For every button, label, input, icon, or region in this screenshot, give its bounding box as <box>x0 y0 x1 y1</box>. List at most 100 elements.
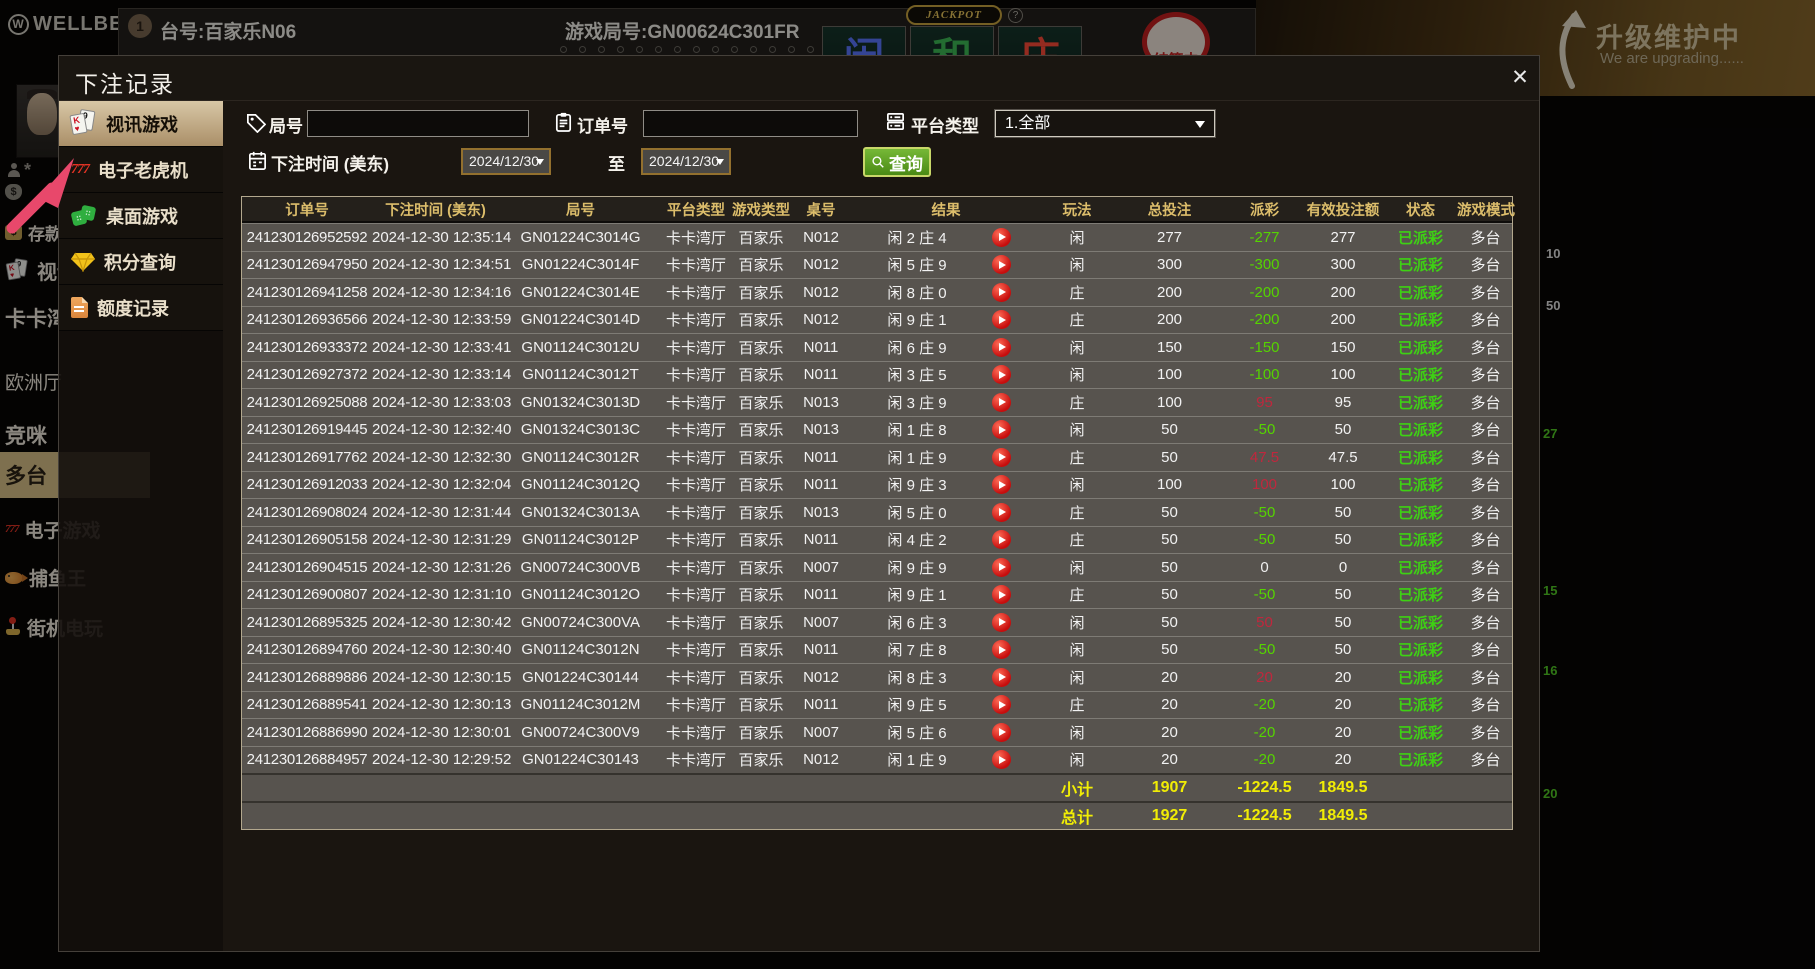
replay-icon[interactable] <box>992 255 1011 274</box>
table-cell: 241230126889886 <box>242 669 372 686</box>
replay-icon[interactable] <box>992 475 1011 494</box>
replay-icon[interactable] <box>992 365 1011 384</box>
table-cell: N011 <box>792 586 850 603</box>
table-cell: 百家乐 <box>730 584 792 605</box>
replay-icon[interactable] <box>992 503 1011 522</box>
table-cell: 庄 <box>1042 584 1112 605</box>
table-cell: 2024-12-30 12:34:16 <box>372 284 499 301</box>
table-cell: GN00724C300V9 <box>499 724 662 741</box>
table-cell: 百家乐 <box>730 502 792 523</box>
result-score: 闲 2 庄 4 <box>850 227 984 248</box>
replay-icon[interactable] <box>992 695 1011 714</box>
search-icon <box>871 155 885 169</box>
sidebar-item-5[interactable]: 额度记录 <box>59 285 223 331</box>
replay-icon[interactable] <box>992 448 1011 467</box>
table-cell: 已派彩 <box>1384 694 1457 715</box>
table-cell: -300 <box>1227 256 1302 273</box>
table-cell: GN01124C3012T <box>499 366 662 383</box>
replay-icon[interactable] <box>992 640 1011 659</box>
summary-cell: 1907 <box>1112 779 1227 797</box>
table-row: 2412301269045152024-12-30 12:31:26GN0072… <box>242 553 1512 581</box>
table-cell: N012 <box>792 229 850 246</box>
summary-cell: 小计 <box>1042 776 1112 800</box>
sidebar-item-4[interactable]: 积分查询 <box>59 239 223 285</box>
sidebar-item-1[interactable]: 9K♥视讯游戏 <box>59 101 223 147</box>
table-cell: -20 <box>1227 751 1302 768</box>
order-input[interactable] <box>643 110 858 137</box>
replay-icon[interactable] <box>992 613 1011 632</box>
table-cell: 百家乐 <box>730 309 792 330</box>
replay-icon[interactable] <box>992 283 1011 302</box>
table-row: 2412301269365662024-12-30 12:33:59GN0122… <box>242 306 1512 334</box>
table-cell: N007 <box>792 559 850 576</box>
table-cell: 277 <box>1302 229 1384 246</box>
table-cell: 卡卡湾厅 <box>662 474 730 495</box>
table-cell: 多台 <box>1457 474 1514 495</box>
replay-icon[interactable] <box>992 420 1011 439</box>
replay-icon[interactable] <box>992 530 1011 549</box>
table-cell: 庄 <box>1042 309 1112 330</box>
table-cell: 50 <box>1112 614 1227 631</box>
table-cell: -50 <box>1227 586 1302 603</box>
table-cell: 多台 <box>1457 639 1514 660</box>
result-cell: 闲 9 庄 1 <box>850 584 1042 605</box>
date-to-select[interactable]: 2024/12/30 <box>641 148 731 175</box>
replay-icon[interactable] <box>992 668 1011 687</box>
table-cell: 2024-12-30 12:31:26 <box>372 559 499 576</box>
table-cell: 卡卡湾厅 <box>662 254 730 275</box>
table-cell: 多台 <box>1457 337 1514 358</box>
table-cell: 百家乐 <box>730 254 792 275</box>
chevron-down-icon <box>716 159 724 165</box>
cards-icon: 9K♥ <box>71 110 97 137</box>
table-cell: 50 <box>1112 641 1227 658</box>
table-cell: -150 <box>1227 339 1302 356</box>
table-row: 2412301269177622024-12-30 12:32:30GN0112… <box>242 443 1512 471</box>
replay-icon[interactable] <box>992 558 1011 577</box>
table-cell: 多台 <box>1457 309 1514 330</box>
table-cell: 已派彩 <box>1384 639 1457 660</box>
table-cell: 50 <box>1112 586 1227 603</box>
replay-icon[interactable] <box>992 723 1011 742</box>
replay-icon[interactable] <box>992 750 1011 769</box>
table-cell: N013 <box>792 504 850 521</box>
table-cell: N011 <box>792 531 850 548</box>
result-score: 闲 3 庄 5 <box>850 364 984 385</box>
table-cell: 20 <box>1227 669 1302 686</box>
table-cell: 241230126912033 <box>242 476 372 493</box>
table-cell: GN01224C30143 <box>499 751 662 768</box>
table-cell: 闲 <box>1042 722 1112 743</box>
replay-icon[interactable] <box>992 338 1011 357</box>
table-cell: 0 <box>1302 559 1384 576</box>
date-from-select[interactable]: 2024/12/30 <box>461 148 551 175</box>
platform-select[interactable]: 1.全部 <box>995 110 1215 137</box>
round-input[interactable] <box>307 110 529 137</box>
replay-icon[interactable] <box>992 310 1011 329</box>
table-cell: N011 <box>792 449 850 466</box>
table-cell: 241230126947950 <box>242 256 372 273</box>
table-cell: 100 <box>1227 476 1302 493</box>
table-cell: 50 <box>1302 614 1384 631</box>
table-cell: 2024-12-30 12:30:42 <box>372 614 499 631</box>
table-cell: 多台 <box>1457 282 1514 303</box>
result-score: 闲 3 庄 9 <box>850 392 984 413</box>
table-cell: 2024-12-30 12:32:40 <box>372 421 499 438</box>
table-cell: 2024-12-30 12:33:41 <box>372 339 499 356</box>
table-cell: 2024-12-30 12:33:59 <box>372 311 499 328</box>
replay-icon[interactable] <box>992 585 1011 604</box>
table-cell: 50 <box>1112 421 1227 438</box>
table-cell: 多台 <box>1457 419 1514 440</box>
table-cell: 闲 <box>1042 337 1112 358</box>
table-header-cell: 有效投注额 <box>1302 199 1384 220</box>
order-label: 订单号 <box>577 112 628 137</box>
table-header-cell: 状态 <box>1384 199 1457 220</box>
replay-icon[interactable] <box>992 393 1011 412</box>
table-cell: 2024-12-30 12:33:14 <box>372 366 499 383</box>
table-cell: 200 <box>1112 311 1227 328</box>
tag-icon <box>245 112 266 133</box>
table-cell: 多台 <box>1457 364 1514 385</box>
close-icon[interactable]: ✕ <box>1507 65 1533 91</box>
table-cell: 百家乐 <box>730 667 792 688</box>
search-button[interactable]: 查询 <box>863 147 931 177</box>
replay-icon[interactable] <box>992 228 1011 247</box>
table-header-row: 订单号下注时间 (美东)局号平台类型游戏类型桌号结果玩法总投注派彩有效投注额状态… <box>242 197 1512 223</box>
